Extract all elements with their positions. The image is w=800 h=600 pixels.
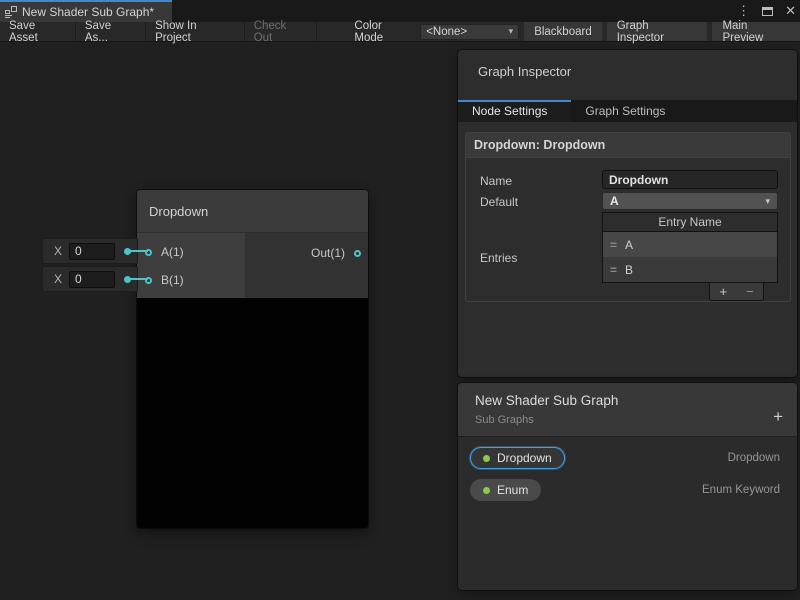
remove-entry-button[interactable]: − [746, 284, 754, 299]
blackboard-panel: New Shader Sub Graph Sub Graphs + Dropdo… [458, 383, 797, 590]
default-dropdown[interactable]: A ▾ [602, 192, 778, 210]
entry-name: B [625, 263, 633, 277]
entries-list-header: Entry Name [603, 213, 777, 232]
graph-inspector-toggle-button[interactable]: Graph Inspector [607, 22, 708, 41]
port-out-label: Out(1) [311, 246, 345, 260]
input-port-a[interactable]: A(1) [145, 245, 184, 259]
property-name: Dropdown [497, 451, 552, 465]
save-asset-button[interactable]: Save Asset [0, 22, 76, 41]
entries-list-footer: + − [709, 283, 764, 301]
drag-handle-icon[interactable]: = [610, 238, 616, 252]
section-title: Dropdown: Dropdown [474, 138, 605, 152]
save-as-button[interactable]: Save As... [76, 22, 146, 41]
inspector-title: Graph Inspector [458, 50, 797, 100]
dropdown-node[interactable]: Dropdown A(1) B(1) Out(1) [137, 190, 368, 528]
tab-title: New Shader Sub Graph* [22, 5, 154, 19]
port-b-value-widget: X [42, 266, 138, 292]
property-pill-enum[interactable]: Enum [470, 479, 541, 501]
output-port-out[interactable]: Out(1) [311, 246, 361, 260]
blackboard-title: New Shader Sub Graph [475, 393, 797, 408]
entry-name: A [625, 238, 633, 252]
default-label: Default [480, 195, 518, 209]
property-pill-dropdown[interactable]: Dropdown [470, 447, 565, 469]
input-port-b[interactable]: B(1) [145, 273, 184, 287]
entry-row-a[interactable]: = A [603, 232, 777, 257]
blackboard-subtitle: Sub Graphs [475, 414, 797, 426]
property-type-label: Enum Keyword [702, 484, 780, 496]
port-a-label: A(1) [161, 245, 184, 259]
wire-b [126, 278, 148, 280]
dropdown-settings-section: Dropdown: Dropdown Name Default A ▾ Entr… [465, 132, 791, 302]
tab-node-settings[interactable]: Node Settings [458, 100, 571, 122]
port-out-icon[interactable] [354, 250, 361, 257]
check-out-button: Check Out [245, 22, 318, 41]
color-mode-dropdown[interactable]: <None> ▾ [420, 24, 519, 40]
axis-x-label: X [54, 272, 62, 286]
chevron-down-icon: ▾ [509, 26, 514, 37]
port-b-label: B(1) [161, 273, 184, 287]
node-body: A(1) B(1) Out(1) [137, 233, 368, 298]
chevron-down-icon: ▾ [765, 196, 770, 207]
property-dot-icon [483, 487, 490, 494]
section-header: Dropdown: Dropdown [466, 133, 790, 158]
toolbar-right-group: Blackboard Graph Inspector Main Preview [519, 22, 800, 41]
node-header[interactable]: Dropdown [137, 190, 368, 233]
default-value: A [610, 194, 619, 208]
axis-x-label: X [54, 244, 62, 258]
property-type-label: Dropdown [728, 452, 780, 464]
tab-graph-settings[interactable]: Graph Settings [571, 100, 679, 122]
blackboard-toggle-button[interactable]: Blackboard [524, 22, 602, 41]
name-input[interactable] [602, 170, 778, 189]
node-title: Dropdown [149, 204, 208, 219]
entry-row-b[interactable]: = B [603, 257, 777, 282]
node-preview [137, 298, 368, 528]
add-entry-button[interactable]: + [719, 284, 727, 299]
inspector-tabs: Node Settings Graph Settings [458, 100, 797, 122]
shader-graph-icon [5, 6, 17, 18]
entries-list: Entry Name = A = B [602, 212, 778, 283]
maximize-icon[interactable] [762, 7, 773, 16]
name-label: Name [480, 174, 512, 188]
blackboard-header: New Shader Sub Graph Sub Graphs + [458, 383, 797, 437]
graph-inspector-panel: Graph Inspector Node Settings Graph Sett… [458, 50, 797, 377]
blackboard-row-dropdown: Dropdown Dropdown [458, 447, 797, 469]
toolbar: Save Asset Save As... Show In Project Ch… [0, 22, 800, 42]
port-a-value-input[interactable] [69, 243, 115, 260]
port-a-value-widget: X [42, 238, 138, 264]
wire-a [126, 250, 148, 252]
property-name: Enum [497, 483, 528, 497]
color-mode-value: <None> [426, 26, 467, 38]
drag-handle-icon[interactable]: = [610, 263, 616, 277]
port-b-value-input[interactable] [69, 271, 115, 288]
main-preview-toggle-button[interactable]: Main Preview [712, 22, 800, 41]
blackboard-row-enum: Enum Enum Keyword [458, 479, 797, 501]
entries-label: Entries [480, 251, 517, 265]
color-mode-label: Color Mode [347, 22, 420, 41]
add-property-button[interactable]: + [773, 408, 783, 425]
property-dot-icon [483, 455, 490, 462]
node-inputs-background [137, 233, 245, 298]
show-in-project-button[interactable]: Show In Project [146, 22, 245, 41]
